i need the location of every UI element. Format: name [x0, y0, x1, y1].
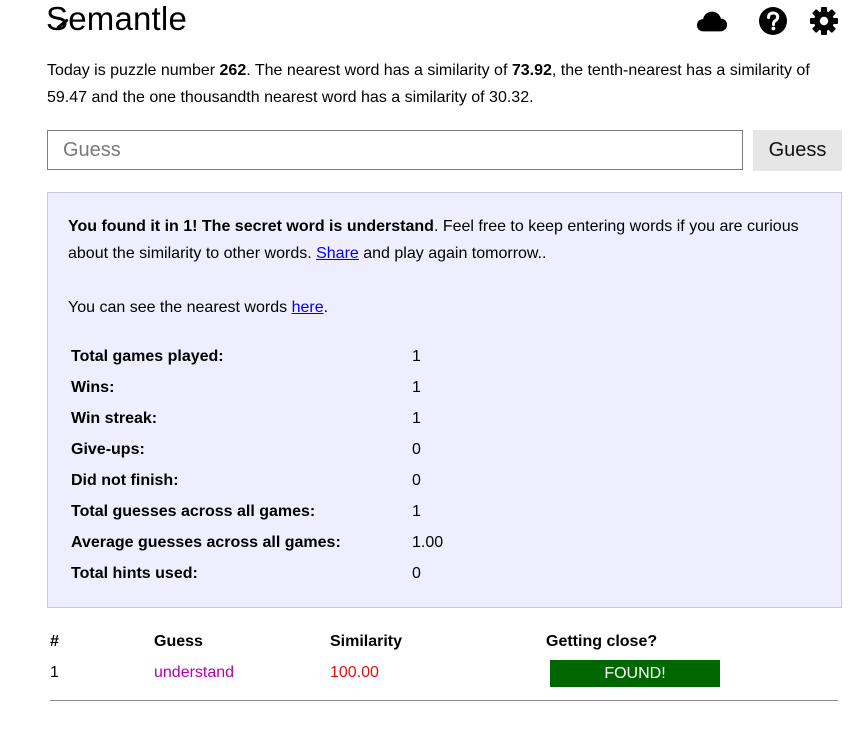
intro-prefix: Today is puzzle number [47, 62, 220, 79]
puzzle-number: 262 [219, 62, 247, 79]
stat-value: 1 [412, 502, 421, 520]
stat-row: Total guesses across all games: 1 [71, 496, 491, 527]
table-row: 1 understand 100.00 FOUND! [50, 660, 840, 687]
stat-row: Average guesses across all games: 1.00 [71, 527, 491, 558]
stat-value: 0 [412, 564, 421, 582]
stat-label: Total hints used: [71, 564, 198, 582]
stat-row: Total games played: 1 [71, 341, 491, 372]
nearest-prefix: You can see the nearest words [68, 299, 292, 316]
header-similarity[interactable]: Similarity [330, 630, 402, 654]
header-guess[interactable]: Guess [154, 630, 203, 654]
semantle-page: Semantle Today is puzzle number 262. The… [0, 0, 863, 747]
row-number: 1 [50, 664, 59, 681]
cloud-icon[interactable] [696, 6, 728, 36]
guess-input[interactable] [47, 130, 743, 170]
stat-value: 1.00 [412, 533, 444, 551]
nearest-suffix: . [323, 299, 329, 316]
stats-table: Total games played: 1 Wins: 1 Win streak… [71, 341, 491, 589]
stat-row: Win streak: 1 [71, 403, 491, 434]
stat-label: Total guesses across all games: [71, 502, 316, 520]
result-panel: You found it in 1! The secret word is un… [47, 192, 842, 608]
stat-label: Did not finish: [71, 471, 179, 489]
stat-label: Total games played: [71, 347, 224, 365]
share-link[interactable]: Share [316, 245, 359, 262]
help-icon[interactable] [757, 6, 789, 36]
found-badge: FOUND! [550, 660, 720, 687]
found-message: You found it in 1! The secret word is un… [68, 213, 808, 267]
stat-value: 1 [412, 409, 421, 427]
app-logo[interactable]: Semantle [46, 0, 187, 38]
gear-icon[interactable] [808, 6, 840, 36]
intro-mid1: . The nearest word has a similarity of [246, 62, 512, 79]
nearest-words-message: You can see the nearest words here. [68, 294, 328, 321]
stat-row: Wins: 1 [71, 372, 491, 403]
guess-table-header: # Guess Similarity Getting close? [50, 630, 840, 654]
stat-label: Wins: [71, 378, 115, 396]
stat-value: 1 [412, 347, 421, 365]
stat-value: 0 [412, 440, 421, 458]
header-number[interactable]: # [50, 630, 59, 654]
stat-label: Average guesses across all games: [71, 533, 341, 551]
guess-button[interactable]: Guess [753, 130, 842, 171]
stat-label: Win streak: [71, 409, 158, 427]
row-similarity: 100.00 [330, 664, 379, 681]
stat-value: 0 [412, 471, 421, 489]
stat-value: 1 [412, 378, 421, 396]
header-getting-close: Getting close? [546, 633, 658, 650]
row-guess-word: understand [154, 664, 235, 681]
puzzle-intro: Today is puzzle number 262. The nearest … [47, 57, 847, 111]
table-divider [50, 700, 838, 701]
nearest-words-link[interactable]: here [292, 299, 324, 316]
stat-row: Did not finish: 0 [71, 465, 491, 496]
found-bold-text: You found it in 1! The secret word is un… [68, 218, 434, 235]
found-tail-text: and play again tomorrow.. [358, 245, 547, 262]
stat-row: Total hints used: 0 [71, 558, 491, 589]
stat-row: Give-ups: 0 [71, 434, 491, 465]
nearest-similarity: 73.92 [511, 62, 552, 79]
stat-label: Give-ups: [71, 440, 145, 458]
